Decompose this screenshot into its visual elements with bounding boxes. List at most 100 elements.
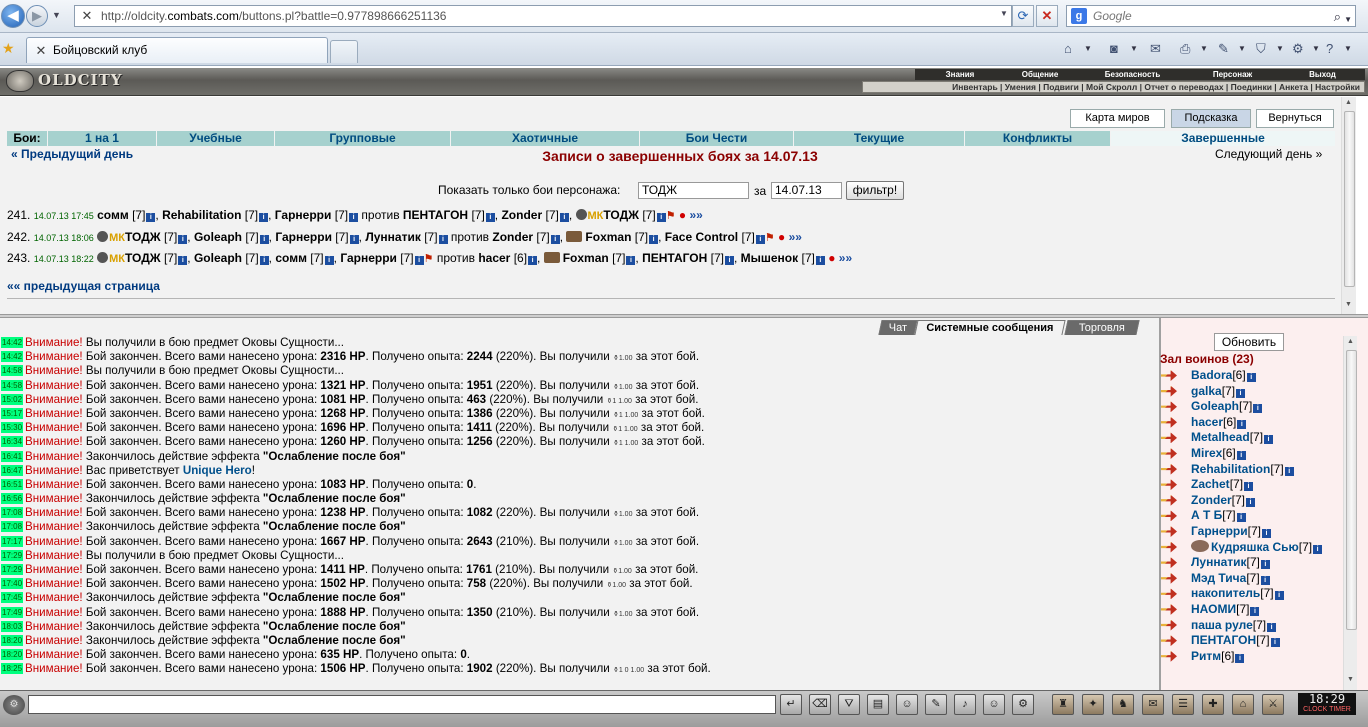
user-name[interactable]: hacer [1191,415,1223,429]
favorites-star-icon[interactable]: ★ [2,40,15,57]
refresh-list-button[interactable]: Обновить [1214,333,1284,351]
user-name[interactable]: ПЕНТАГОН [1191,633,1256,647]
options-icon[interactable]: ⚙ [1012,694,1034,715]
tab-current[interactable]: Текущие [794,131,965,146]
log-icon[interactable]: ▤ [867,694,889,715]
user-name[interactable]: Badora [1191,368,1232,382]
info-icon[interactable]: i [1236,513,1246,523]
info-icon[interactable]: i [1261,528,1271,538]
character-name-input[interactable]: ТОДЖ [638,182,749,199]
info-icon[interactable]: i [1260,575,1270,585]
info-icon[interactable]: i [438,235,448,244]
player-name[interactable]: ПЕНТАГОН [403,208,468,222]
private-message-icon[interactable] [1161,525,1177,537]
message-time[interactable]: 17:45 [1,592,24,604]
bag-icon[interactable]: ♞ [1112,694,1134,715]
user-name[interactable]: Луннатик [1191,555,1247,569]
info-icon[interactable]: i [1270,638,1280,648]
user-name[interactable]: Rehabilitation [1191,462,1270,476]
message-time[interactable]: 15:02 [1,393,24,405]
previous-day-link[interactable]: « Предыдущий день [11,147,133,161]
scroll-up-icon[interactable]: ▲ [1345,99,1352,106]
private-message-icon[interactable] [1161,432,1177,444]
player-name[interactable]: ТОДЖ [125,251,161,265]
chat-settings-icon[interactable]: ⚙ [3,695,25,715]
player-name[interactable]: ПЕНТАГОН [642,251,707,265]
forward-button[interactable]: ▶ [26,5,48,27]
menu-communication[interactable]: Общение [1005,69,1075,80]
tab-1v1[interactable]: 1 на 1 [48,131,157,146]
clock-timer[interactable]: 18:29 CLOCK TIMER [1298,693,1356,715]
info-icon[interactable]: i [485,213,495,222]
message-time[interactable]: 15:30 [1,422,24,434]
battles-scrollbar[interactable]: ▲ ▼ [1341,97,1356,314]
browser-tab[interactable]: ✕ Бойцовский клуб [26,37,328,63]
private-message-icon[interactable] [1161,650,1177,662]
tab-chat[interactable]: Чат [878,320,918,335]
message-time[interactable]: 18:25 [1,663,24,675]
message-time[interactable]: 18:20 [1,649,24,661]
inventory-icon[interactable]: ♜ [1052,694,1074,715]
battle-log-link[interactable]: »» [690,208,703,222]
user-name[interactable]: Мэд Тича [1191,571,1246,585]
info-icon[interactable]: i [1246,497,1256,507]
clear-icon[interactable]: ⌫ [809,694,831,715]
menu-character[interactable]: Персонаж [1190,69,1275,80]
info-icon[interactable]: i [259,235,269,244]
info-icon[interactable]: i [146,213,156,222]
message-time[interactable]: 14:42 [1,337,24,348]
private-message-icon[interactable] [1161,447,1177,459]
refresh-icon[interactable]: ⟳ [1012,5,1034,27]
private-message-icon[interactable] [1161,370,1177,381]
safety-icon[interactable]: ⛉ [1256,39,1266,59]
private-message-icon[interactable] [1161,588,1177,600]
info-icon[interactable]: i [1250,606,1260,616]
private-message-icon[interactable] [1161,416,1177,428]
tab-honor[interactable]: Бои Чести [640,131,794,146]
info-icon[interactable]: i [656,213,666,222]
info-icon[interactable]: i [1274,591,1284,601]
chat-input[interactable] [28,695,776,714]
info-icon[interactable]: i [1244,482,1254,492]
tab-finished[interactable]: Завершенные [1111,131,1335,146]
private-message-icon[interactable] [1161,541,1177,553]
print-icon[interactable]: ⎙ [1180,39,1190,59]
message-time[interactable]: 17:29 [1,564,24,575]
world-map-button[interactable]: Карта миров [1070,109,1165,128]
user-name[interactable]: Zachet [1191,477,1230,491]
private-message-icon[interactable] [1161,401,1177,413]
user-name[interactable]: Metalhead [1191,430,1250,444]
page-dropdown-icon[interactable]: ▼ [1238,44,1246,53]
private-message-icon[interactable] [1161,510,1177,522]
address-dropdown-icon[interactable]: ▼ [1000,9,1008,18]
message-time[interactable]: 18:03 [1,620,24,632]
info-icon[interactable]: i [815,256,825,265]
info-icon[interactable]: i [259,213,269,222]
scroll-thumb[interactable] [1344,111,1355,287]
search-box[interactable]: g Google ⌕ ▼ [1066,5,1356,27]
message-time[interactable]: 17:08 [1,521,24,533]
player-name[interactable]: ТОДЖ [125,230,161,244]
quest-icon[interactable]: ⚔ [1262,694,1284,715]
message-time[interactable]: 17:40 [1,578,24,590]
private-message-icon[interactable] [1161,463,1177,475]
info-icon[interactable]: i [1313,544,1323,554]
user-name[interactable]: паша руле [1191,618,1253,632]
smile-icon[interactable]: ☺ [983,694,1005,715]
private-message-icon[interactable] [1161,494,1177,506]
scroll-icon[interactable]: ☰ [1172,694,1194,715]
hint-button[interactable]: Подсказка [1171,109,1251,128]
user-name[interactable]: Zonder [1191,493,1232,507]
info-icon[interactable]: i [559,213,569,222]
player-name[interactable]: Face Control [665,230,738,244]
player-name[interactable]: Foxman [585,230,631,244]
info-icon[interactable]: i [178,235,188,244]
menu-knowledge[interactable]: Знания [925,69,995,80]
battle-log-link[interactable]: »» [789,230,802,244]
info-icon[interactable]: i [1237,419,1247,429]
scroll-down-icon[interactable]: ▼ [1347,676,1354,683]
sub-menu-links[interactable]: Инвентарь | Умения | Подвиги | Мой Скрол… [863,82,1364,92]
tab-system-messages[interactable]: Системные сообщения [914,320,1066,335]
tools-gear-icon[interactable]: ⚙ [1292,39,1304,59]
stop-icon[interactable]: ✕ [1036,5,1058,27]
